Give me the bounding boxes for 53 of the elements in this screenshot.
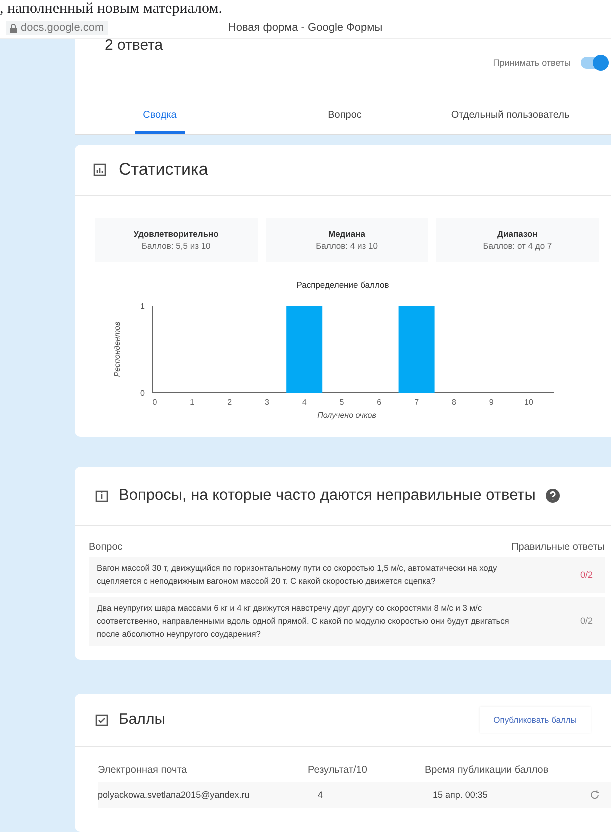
question-row[interactable]: Вагон массой 30 т, движущийся по горизонтальному пути со скоростью 1,5 м/с, автоматически на ходу сцепляется с неподвижным вагоном массой 20 т. С какой скоростью движется сцепка? 0/2 — [89, 556, 605, 593]
lock-icon — [10, 24, 17, 32]
publish-time-cell: 15 апр. 00:35 — [433, 790, 488, 800]
axis-tick-label: 10 — [524, 398, 534, 407]
axis-tick-label: 5 — [340, 398, 344, 407]
correct-count: 0/2 — [580, 616, 593, 626]
stat-value: Баллов: 5,5 из 10 — [142, 240, 211, 251]
axis-tick-label: 8 — [452, 398, 456, 407]
checkbox-icon — [95, 712, 109, 727]
section-title: Статистика — [119, 160, 208, 180]
column-header: Результат/10 — [308, 764, 368, 778]
axis-tick-label: 3 — [264, 398, 270, 407]
chart-title: Распределение баллов — [296, 280, 390, 290]
page-title: Новая форма - Google Формы — [228, 22, 383, 34]
column-header: Вопрос — [89, 542, 123, 553]
axis-tick-label: 0 — [140, 388, 145, 398]
tab[interactable]: Вопрос — [275, 100, 415, 134]
section-title: Вопросы, на которые часто даются неправильные ответы — [119, 486, 536, 505]
accept-responses-label: Принимать ответы — [493, 58, 571, 68]
info-board-icon — [95, 488, 109, 503]
axis-tick-label: 4 — [302, 398, 307, 407]
email-cell: polyackowa.svetlana2015@yandex.ru — [98, 790, 250, 800]
tab[interactable]: Сводка — [135, 100, 185, 134]
tab[interactable]: Отдельный пользователь — [415, 100, 606, 134]
bar-chart-icon — [93, 162, 107, 177]
result-cell: 4 — [318, 790, 324, 800]
correct-count: 0/2 — [580, 570, 593, 580]
document-text: , наполненный новым материалом. — [0, 0, 222, 18]
axis-tick-label: 2 — [228, 398, 232, 407]
question-text: Вагон массой 30 т, движущийся по горизонтальному пути со скоростью 1,5 м/с, автоматически на ходу сцепляется с неподвижным вагоном массой 20 т. С какой скоростью движется сцепка? — [97, 562, 498, 588]
axis-tick-label: 1 — [190, 398, 195, 407]
axis-tick-label: 1 — [140, 302, 145, 311]
y-axis-label: Респондентов — [113, 322, 122, 378]
x-axis-label: Получено очков — [318, 410, 376, 420]
column-header: Электронная почта — [98, 764, 188, 778]
responses-count: 2 ответа — [105, 39, 164, 53]
axis-tick-label: 0 — [152, 398, 158, 407]
column-header: Правильные ответы — [512, 542, 605, 553]
question-text: Два неупругих шара массами 6 кг и 4 кг движутся навстречу друг другу со скоростями 8 м/с и 3 м/с соответственно, направленными вдоль одной прямой. С какой по модулю скоростью они будут двигаться после абсолютно неупругого соударения? — [97, 602, 510, 641]
accept-responses-toggle[interactable] — [581, 57, 607, 69]
section-title: Баллы — [119, 711, 166, 728]
stat-value: Баллов: 4 из 10 — [316, 240, 378, 251]
column-header: Время публикации баллов — [425, 764, 550, 778]
axis-tick-label: 9 — [489, 398, 494, 407]
stat-label: Диапазон — [498, 228, 538, 239]
axis-tick-label: 6 — [377, 398, 382, 407]
publish-scores-button[interactable]: Опубликовать баллы — [480, 706, 591, 733]
help-icon[interactable] — [546, 488, 560, 503]
refresh-icon[interactable] — [590, 790, 600, 800]
stat-label: Медиана — [328, 228, 366, 239]
stat-label: Удовлетворительно — [134, 228, 219, 239]
stat-value: Баллов: от 4 до 7 — [483, 240, 552, 251]
axis-tick-label: 7 — [414, 398, 420, 407]
